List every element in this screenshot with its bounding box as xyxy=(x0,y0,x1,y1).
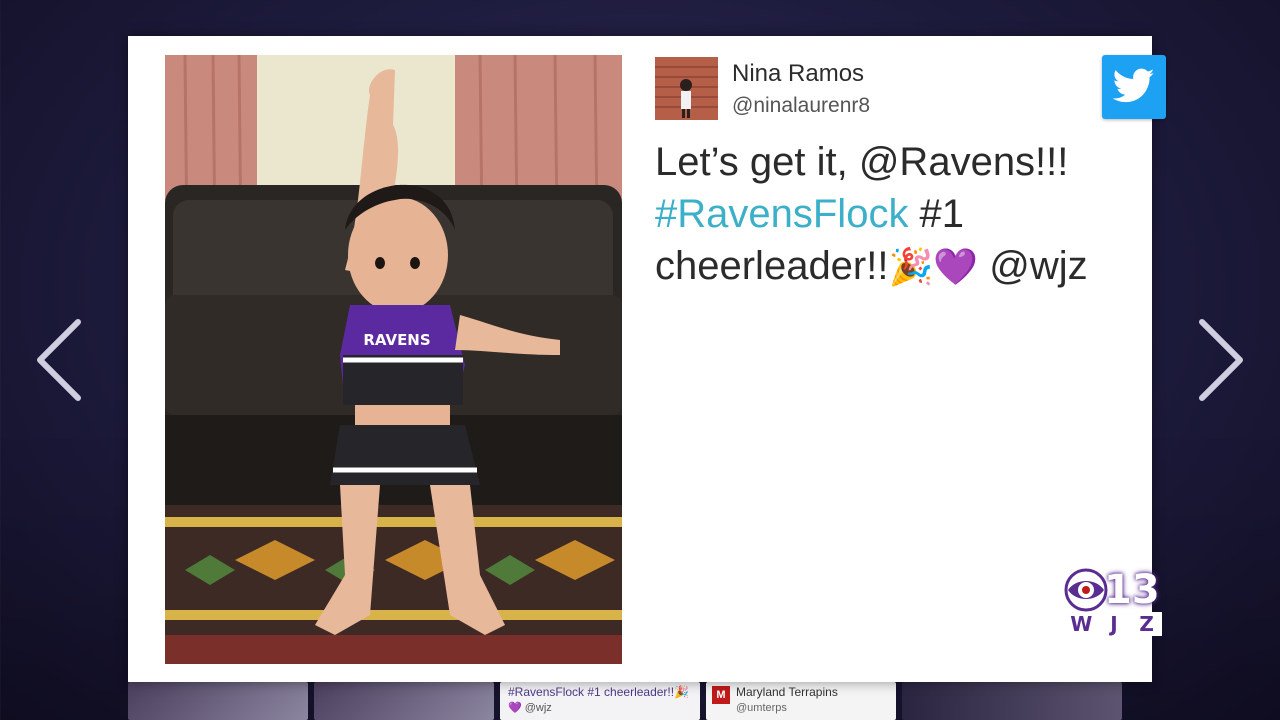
thumbnail-tweet-handle: @umterps xyxy=(736,702,787,714)
tweet-text-line-3: cheerleader!!🎉💜 @wjz xyxy=(655,240,1125,294)
chevron-left-icon xyxy=(37,319,81,401)
toddler-cheerleader-photo: RAVENS xyxy=(165,55,622,664)
tweet-card: RAVENS Nina Ramos @ninalaurenr8 Let’s ge… xyxy=(128,36,1166,682)
wjz-station-logo: 13 W J Z xyxy=(1064,568,1164,642)
avatar-image xyxy=(655,57,718,120)
tweet-photo[interactable]: RAVENS xyxy=(165,55,622,664)
chevron-right-icon xyxy=(1199,319,1243,401)
tweet-body: Let’s get it, @Ravens!!! #RavensFlock #1… xyxy=(655,136,1125,294)
call-letter: Z xyxy=(1131,612,1163,636)
thumbnail-tweet-text: #RavensFlock #1 cheerleader!!🎉 xyxy=(508,685,690,699)
call-letter: W xyxy=(1066,612,1097,636)
tweet-author-handle[interactable]: @ninalaurenr8 xyxy=(732,94,870,118)
mention-link[interactable]: @wjz xyxy=(978,244,1087,288)
twitter-bird-icon-glyph xyxy=(1113,68,1155,103)
tweet-text-line-1: Let’s get it, @Ravens!!! xyxy=(655,140,1069,184)
post-thumbnail[interactable] xyxy=(314,682,494,720)
post-thumbnail-tweet[interactable]: M Maryland Terrapins @umterps xyxy=(706,682,896,720)
cbs-eye-logo: 13 xyxy=(1064,568,1164,612)
cbs-eye-icon xyxy=(1064,568,1108,612)
channel-number: 13 xyxy=(1104,567,1160,613)
jersey-text: RAVENS xyxy=(363,331,430,349)
twitter-bird-icon[interactable] xyxy=(1102,55,1166,119)
party-popper-emoji: 🎉 xyxy=(888,247,934,288)
thumbnail-tweet-author: Maryland Terrapins xyxy=(736,685,838,699)
next-post-button[interactable] xyxy=(1194,318,1248,402)
user-avatar[interactable] xyxy=(655,57,718,120)
tweet-text-line-2: #RavensFlock #1 xyxy=(655,188,1125,240)
purple-heart-emoji: 💜 xyxy=(933,247,979,288)
post-thumbnail[interactable] xyxy=(902,682,1122,720)
post-carousel-strip: #RavensFlock #1 cheerleader!!🎉 💜 @wjz M … xyxy=(128,682,1152,720)
call-letter: J xyxy=(1098,612,1130,636)
tweet-author-name[interactable]: Nina Ramos xyxy=(732,60,864,88)
post-thumbnail-tweet[interactable]: #RavensFlock #1 cheerleader!!🎉 💜 @wjz xyxy=(500,682,700,720)
previous-post-button[interactable] xyxy=(32,318,86,402)
post-thumbnail[interactable] xyxy=(128,682,308,720)
hashtag-link[interactable]: #RavensFlock xyxy=(655,192,908,236)
thumbnail-tweet-mention: 💜 @wjz xyxy=(508,702,552,714)
social-wall-screen: #RavensFlock #1 cheerleader!!🎉 💜 @wjz M … xyxy=(0,0,1280,720)
station-call-letters: W J Z xyxy=(1066,612,1163,636)
tweet-text-fragment: cheerleader!! xyxy=(655,244,889,288)
tweet-text-fragment: #1 xyxy=(908,192,965,236)
terrapins-logo: M xyxy=(712,686,730,704)
